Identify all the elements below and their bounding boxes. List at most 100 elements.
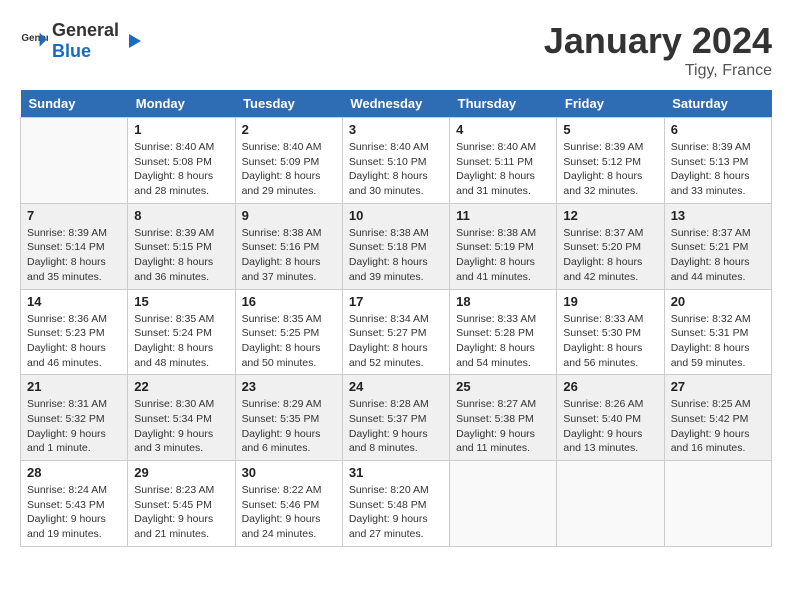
day-header-saturday: Saturday — [664, 90, 771, 118]
day-cell: 6 Sunrise: 8:39 AMSunset: 5:13 PMDaylight… — [664, 118, 771, 204]
day-info: Sunrise: 8:32 AMSunset: 5:31 PMDaylight:… — [671, 312, 765, 371]
day-info: Sunrise: 8:30 AMSunset: 5:34 PMDaylight:… — [134, 397, 228, 456]
day-info: Sunrise: 8:25 AMSunset: 5:42 PMDaylight:… — [671, 397, 765, 456]
day-cell: 13Sunrise: 8:37 AMSunset: 5:21 PMDayligh… — [664, 203, 771, 289]
title-area: January 2024 Tigy, France — [544, 20, 772, 80]
logo-general-text: General — [52, 20, 119, 40]
day-cell: 11Sunrise: 8:38 AMSunset: 5:19 PMDayligh… — [450, 203, 557, 289]
day-info: Sunrise: 8:20 AMSunset: 5:48 PMDaylight:… — [349, 483, 443, 542]
day-cell: 15 Sunrise: 8:35 AMSunset: 5:24 PMDayligh… — [128, 289, 235, 375]
day-info: Sunrise: 8:40 AMSunset: 5:08 PMDaylight:… — [134, 140, 228, 199]
day-cell: 24 Sunrise: 8:28 AMSunset: 5:37 PMDayligh… — [342, 375, 449, 461]
day-cell: 18 Sunrise: 8:33 AMSunset: 5:28 PMDayligh… — [450, 289, 557, 375]
day-info: Sunrise: 8:40 AMSunset: 5:10 PMDaylight:… — [349, 140, 443, 199]
day-cell: 9Sunrise: 8:38 AMSunset: 5:16 PMDaylight… — [235, 203, 342, 289]
day-cell — [557, 461, 664, 547]
day-info: Sunrise: 8:24 AMSunset: 5:43 PMDaylight:… — [27, 483, 121, 542]
day-number: 12 — [563, 208, 657, 223]
day-info: Sunrise: 8:22 AMSunset: 5:46 PMDaylight:… — [242, 483, 336, 542]
day-cell: 31 Sunrise: 8:20 AMSunset: 5:48 PMDayligh… — [342, 461, 449, 547]
week-row-5: 28 Sunrise: 8:24 AMSunset: 5:43 PMDayligh… — [21, 461, 772, 547]
day-number: 18 — [456, 294, 550, 309]
day-number: 17 — [349, 294, 443, 309]
day-cell: 2 Sunrise: 8:40 AMSunset: 5:09 PMDaylight… — [235, 118, 342, 204]
day-info: Sunrise: 8:35 AMSunset: 5:25 PMDaylight:… — [242, 312, 336, 371]
day-cell: 8Sunrise: 8:39 AMSunset: 5:15 PMDaylight… — [128, 203, 235, 289]
day-info: Sunrise: 8:39 AMSunset: 5:13 PMDaylight:… — [671, 140, 765, 199]
day-info: Sunrise: 8:37 AMSunset: 5:21 PMDaylight:… — [671, 226, 765, 285]
day-number: 30 — [242, 465, 336, 480]
day-info: Sunrise: 8:35 AMSunset: 5:24 PMDaylight:… — [134, 312, 228, 371]
day-number: 15 — [134, 294, 228, 309]
day-number: 22 — [134, 379, 228, 394]
day-info: Sunrise: 8:38 AMSunset: 5:18 PMDaylight:… — [349, 226, 443, 285]
day-info: Sunrise: 8:34 AMSunset: 5:27 PMDaylight:… — [349, 312, 443, 371]
day-number: 26 — [563, 379, 657, 394]
day-cell: 30 Sunrise: 8:22 AMSunset: 5:46 PMDayligh… — [235, 461, 342, 547]
location-title: Tigy, France — [544, 62, 772, 80]
day-info: Sunrise: 8:26 AMSunset: 5:40 PMDaylight:… — [563, 397, 657, 456]
logo-blue-text: Blue — [52, 41, 91, 61]
day-number: 11 — [456, 208, 550, 223]
day-number: 27 — [671, 379, 765, 394]
header-row: SundayMondayTuesdayWednesdayThursdayFrid… — [21, 90, 772, 118]
day-cell — [450, 461, 557, 547]
day-cell: 17 Sunrise: 8:34 AMSunset: 5:27 PMDayligh… — [342, 289, 449, 375]
day-cell: 23Sunrise: 8:29 AMSunset: 5:35 PMDayligh… — [235, 375, 342, 461]
week-row-2: 7 Sunrise: 8:39 AMSunset: 5:14 PMDaylight… — [21, 203, 772, 289]
week-row-1: 1 Sunrise: 8:40 AMSunset: 5:08 PMDaylight… — [21, 118, 772, 204]
day-number: 24 — [349, 379, 443, 394]
day-number: 25 — [456, 379, 550, 394]
day-info: Sunrise: 8:37 AMSunset: 5:20 PMDaylight:… — [563, 226, 657, 285]
day-info: Sunrise: 8:27 AMSunset: 5:38 PMDaylight:… — [456, 397, 550, 456]
day-cell: 4 Sunrise: 8:40 AMSunset: 5:11 PMDaylight… — [450, 118, 557, 204]
day-cell — [664, 461, 771, 547]
day-number: 8 — [134, 208, 228, 223]
logo-arrow-icon — [123, 30, 145, 52]
day-cell: 25 Sunrise: 8:27 AMSunset: 5:38 PMDayligh… — [450, 375, 557, 461]
day-info: Sunrise: 8:28 AMSunset: 5:37 PMDaylight:… — [349, 397, 443, 456]
logo-icon: General — [20, 27, 48, 55]
day-info: Sunrise: 8:40 AMSunset: 5:09 PMDaylight:… — [242, 140, 336, 199]
day-cell: 19Sunrise: 8:33 AMSunset: 5:30 PMDayligh… — [557, 289, 664, 375]
day-number: 2 — [242, 122, 336, 137]
day-info: Sunrise: 8:23 AMSunset: 5:45 PMDaylight:… — [134, 483, 228, 542]
day-cell: 16 Sunrise: 8:35 AMSunset: 5:25 PMDayligh… — [235, 289, 342, 375]
day-number: 1 — [134, 122, 228, 137]
day-info: Sunrise: 8:31 AMSunset: 5:32 PMDaylight:… — [27, 397, 121, 456]
week-row-3: 14 Sunrise: 8:36 AMSunset: 5:23 PMDayligh… — [21, 289, 772, 375]
calendar-table: SundayMondayTuesdayWednesdayThursdayFrid… — [20, 90, 772, 547]
day-info: Sunrise: 8:33 AMSunset: 5:28 PMDaylight:… — [456, 312, 550, 371]
day-header-tuesday: Tuesday — [235, 90, 342, 118]
day-number: 7 — [27, 208, 121, 223]
day-number: 19 — [563, 294, 657, 309]
day-cell: 28 Sunrise: 8:24 AMSunset: 5:43 PMDayligh… — [21, 461, 128, 547]
day-info: Sunrise: 8:40 AMSunset: 5:11 PMDaylight:… — [456, 140, 550, 199]
day-number: 14 — [27, 294, 121, 309]
day-cell: 14 Sunrise: 8:36 AMSunset: 5:23 PMDayligh… — [21, 289, 128, 375]
day-number: 21 — [27, 379, 121, 394]
day-header-friday: Friday — [557, 90, 664, 118]
day-number: 16 — [242, 294, 336, 309]
day-cell: 1 Sunrise: 8:40 AMSunset: 5:08 PMDaylight… — [128, 118, 235, 204]
day-header-wednesday: Wednesday — [342, 90, 449, 118]
day-cell: 3 Sunrise: 8:40 AMSunset: 5:10 PMDaylight… — [342, 118, 449, 204]
day-info: Sunrise: 8:36 AMSunset: 5:23 PMDaylight:… — [27, 312, 121, 371]
day-info: Sunrise: 8:29 AMSunset: 5:35 PMDaylight:… — [242, 397, 336, 456]
day-cell — [21, 118, 128, 204]
day-cell: 21 Sunrise: 8:31 AMSunset: 5:32 PMDayligh… — [21, 375, 128, 461]
day-cell: 22 Sunrise: 8:30 AMSunset: 5:34 PMDayligh… — [128, 375, 235, 461]
day-cell: 12 Sunrise: 8:37 AMSunset: 5:20 PMDayligh… — [557, 203, 664, 289]
day-number: 28 — [27, 465, 121, 480]
day-number: 31 — [349, 465, 443, 480]
day-number: 5 — [563, 122, 657, 137]
day-number: 3 — [349, 122, 443, 137]
day-cell: 20Sunrise: 8:32 AMSunset: 5:31 PMDayligh… — [664, 289, 771, 375]
day-number: 29 — [134, 465, 228, 480]
day-number: 6 — [671, 122, 765, 137]
day-cell: 29 Sunrise: 8:23 AMSunset: 5:45 PMDayligh… — [128, 461, 235, 547]
day-number: 4 — [456, 122, 550, 137]
day-info: Sunrise: 8:39 AMSunset: 5:14 PMDaylight:… — [27, 226, 121, 285]
day-header-monday: Monday — [128, 90, 235, 118]
day-number: 9 — [242, 208, 336, 223]
